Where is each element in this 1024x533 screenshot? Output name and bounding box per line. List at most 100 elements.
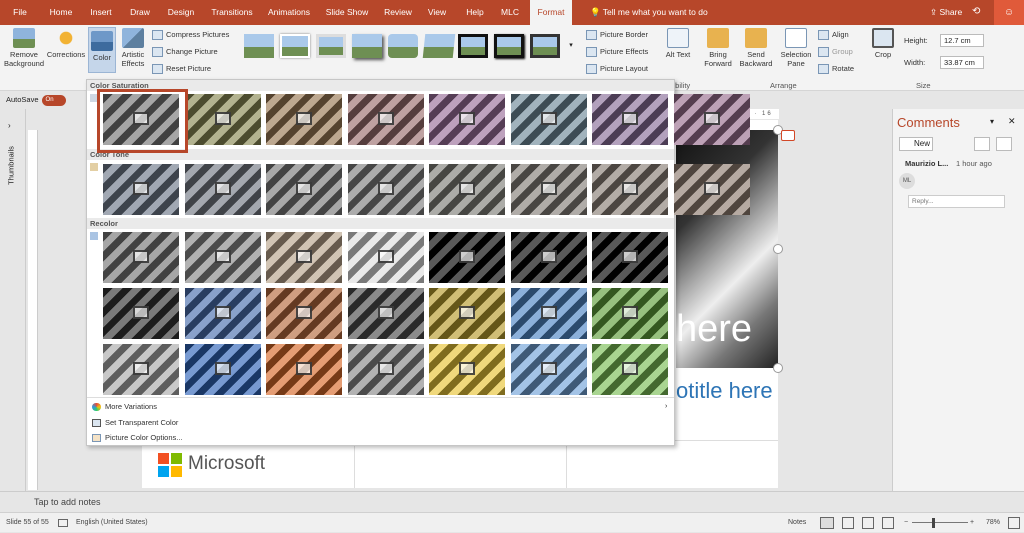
recolor-thumb[interactable]	[347, 288, 424, 339]
tone-thumb[interactable]	[347, 164, 424, 215]
picture-color-options-item[interactable]: Picture Color Options...	[89, 431, 183, 445]
picture-style-7[interactable]	[458, 34, 488, 58]
group-button[interactable]: Group	[818, 45, 853, 59]
recolor-thumb[interactable]	[184, 288, 261, 339]
picture-layout-button[interactable]: Picture Layout	[586, 62, 648, 76]
crop-button[interactable]: Crop	[870, 28, 896, 59]
spellcheck-icon[interactable]	[58, 519, 68, 527]
saturation-thumb[interactable]	[510, 94, 587, 145]
send-backward-button[interactable]: Send Backward	[738, 28, 774, 68]
zoom-level[interactable]: 78%	[986, 513, 1000, 533]
recolor-thumb[interactable]	[347, 232, 424, 283]
share-button[interactable]: ⇪ Share	[930, 0, 962, 25]
tab-insert[interactable]: Insert	[84, 0, 118, 25]
recolor-thumb[interactable]	[103, 288, 179, 339]
recolor-thumb[interactable]	[429, 232, 505, 283]
language-status[interactable]: English (United States)	[76, 513, 148, 533]
rotate-button[interactable]: Rotate	[818, 62, 854, 76]
width-input[interactable]: 33.87 cm	[940, 56, 984, 69]
tone-thumb[interactable]	[266, 164, 342, 215]
tab-view[interactable]: View	[422, 0, 452, 25]
slide-sorter-icon[interactable]	[842, 517, 854, 529]
picture-style-6[interactable]	[422, 34, 456, 58]
tone-thumb[interactable]	[673, 164, 750, 215]
slide-title[interactable]: here	[676, 308, 752, 351]
recolor-thumb[interactable]	[510, 344, 587, 395]
recolor-thumb[interactable]	[266, 232, 342, 283]
tone-thumb[interactable]	[103, 164, 179, 215]
previous-comment-icon[interactable]	[974, 137, 990, 151]
recolor-thumb[interactable]	[429, 288, 505, 339]
zoom-out-icon[interactable]: −	[904, 513, 908, 533]
artistic-effects-button[interactable]: Artistic Effects	[118, 28, 148, 68]
tab-format[interactable]: Format	[530, 0, 572, 25]
recolor-thumb[interactable]	[184, 344, 261, 395]
tab-animations[interactable]: Animations	[264, 0, 314, 25]
recolor-thumb[interactable]	[510, 288, 587, 339]
tab-file[interactable]: File	[6, 0, 34, 25]
resize-handle[interactable]	[773, 363, 783, 373]
tone-thumb[interactable]	[510, 164, 587, 215]
recolor-thumb[interactable]	[592, 344, 668, 395]
recolor-thumb[interactable]	[103, 344, 179, 395]
tone-thumb[interactable]	[184, 164, 261, 215]
styles-more-icon[interactable]: ▾	[566, 34, 576, 58]
picture-style-8[interactable]	[494, 34, 524, 58]
tab-review[interactable]: Review	[380, 0, 416, 25]
tab-help[interactable]: Help	[460, 0, 490, 25]
recolor-thumb[interactable]	[266, 344, 342, 395]
recolor-thumb[interactable]	[592, 232, 668, 283]
height-input[interactable]: 12.7 cm	[940, 34, 984, 47]
remove-background-button[interactable]: Remove Background	[2, 28, 46, 68]
set-transparent-color-item[interactable]: Set Transparent Color	[89, 416, 178, 430]
fit-to-window-icon[interactable]	[1008, 517, 1020, 529]
corrections-button[interactable]: Corrections	[46, 28, 86, 59]
saturation-thumb[interactable]	[266, 94, 342, 145]
zoom-slider-thumb[interactable]	[932, 518, 935, 528]
reply-input[interactable]: Reply...	[908, 195, 1005, 208]
saturation-thumb[interactable]	[673, 94, 750, 145]
recolor-thumb[interactable]	[266, 288, 342, 339]
reset-picture-button[interactable]: Reset Picture	[152, 62, 211, 76]
zoom-in-icon[interactable]: +	[970, 513, 974, 533]
close-icon[interactable]: ✕	[1008, 116, 1016, 127]
saturation-thumb[interactable]	[429, 94, 505, 145]
notes-button[interactable]: Notes	[788, 513, 806, 533]
bring-forward-button[interactable]: Bring Forward	[700, 28, 736, 68]
new-comment-button[interactable]: New	[899, 137, 933, 151]
saturation-thumb[interactable]	[184, 94, 261, 145]
slide-subtitle[interactable]: otitle here	[676, 378, 773, 404]
tab-transitions[interactable]: Transitions	[206, 0, 258, 25]
picture-style-1[interactable]	[244, 34, 274, 58]
recolor-thumb[interactable]	[429, 344, 505, 395]
tab-mlc[interactable]: MLC	[494, 0, 526, 25]
autosave-toggle[interactable]: On	[41, 94, 66, 106]
tab-design[interactable]: Design	[162, 0, 200, 25]
normal-view-icon[interactable]	[820, 517, 834, 529]
picture-style-4[interactable]	[352, 34, 382, 58]
picture-style-3[interactable]	[316, 34, 346, 58]
saturation-thumb[interactable]	[347, 94, 424, 145]
recolor-thumb[interactable]	[103, 232, 179, 283]
color-button[interactable]: Color	[88, 27, 116, 73]
picture-style-5[interactable]	[388, 34, 418, 58]
zoom-slider[interactable]	[912, 522, 968, 523]
comment-marker-icon[interactable]	[781, 130, 795, 141]
recolor-thumb[interactable]	[510, 232, 587, 283]
compress-pictures-button[interactable]: Compress Pictures	[152, 28, 229, 42]
picture-effects-button[interactable]: Picture Effects	[586, 45, 648, 59]
tab-slide-show[interactable]: Slide Show	[320, 0, 374, 25]
saturation-thumb[interactable]	[592, 94, 668, 145]
alt-text-button[interactable]: Alt Text	[664, 28, 692, 59]
tab-home[interactable]: Home	[44, 0, 78, 25]
history-icon[interactable]: ⟲	[972, 6, 980, 17]
picture-border-button[interactable]: Picture Border	[586, 28, 648, 42]
smiley-feedback-icon[interactable]: ☺	[994, 0, 1024, 25]
expand-chevron-icon[interactable]: ›	[8, 121, 11, 130]
tone-thumb[interactable]	[592, 164, 668, 215]
slideshow-icon[interactable]	[882, 517, 894, 529]
next-comment-icon[interactable]	[996, 137, 1012, 151]
resize-handle[interactable]	[773, 244, 783, 254]
recolor-thumb[interactable]	[347, 344, 424, 395]
reading-view-icon[interactable]	[862, 517, 874, 529]
